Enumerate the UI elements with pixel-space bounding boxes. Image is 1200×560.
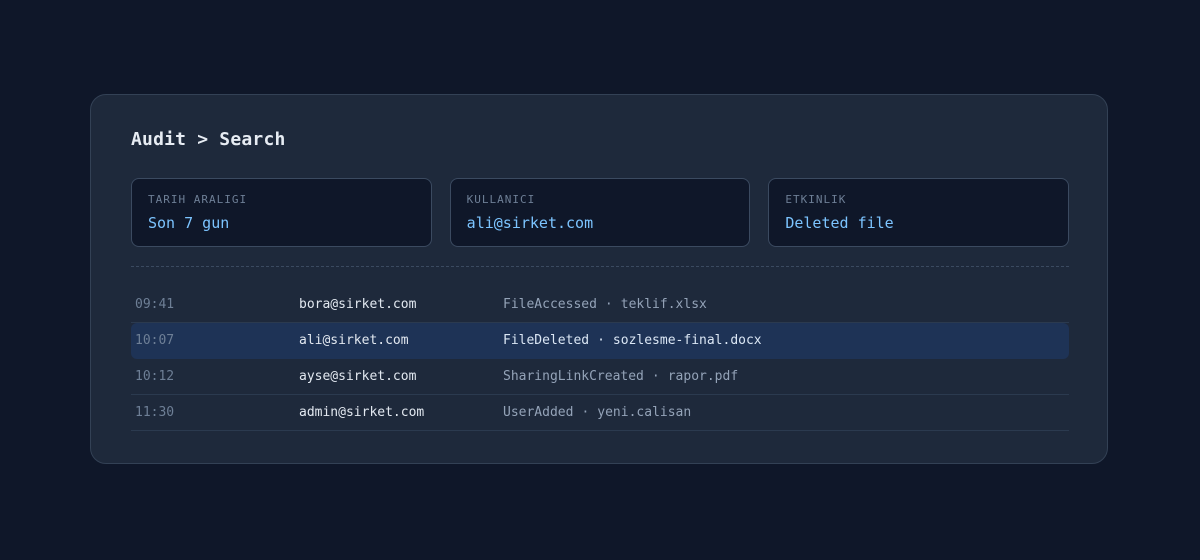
event-type: FileAccessed xyxy=(503,297,597,312)
audit-search-panel: Audit > Search TARIH ARALIGI Son 7 gun K… xyxy=(90,94,1108,464)
row-time: 11:30 xyxy=(135,405,175,420)
result-row-selected[interactable]: 10:07 ali@sirket.com FileDeleted · sozlesm… xyxy=(131,323,1069,359)
row-event: SharingLinkCreated · rapor.pdf xyxy=(503,369,738,384)
filter-value: ali@sirket.com xyxy=(466,214,594,232)
row-user: ali@sirket.com xyxy=(299,333,409,348)
row-event: UserAdded · yeni.calisan xyxy=(503,405,691,420)
result-row[interactable]: 11:30 admin@sirket.com UserAdded · yeni.ca… xyxy=(131,395,1069,431)
event-target: rapor.pdf xyxy=(667,369,739,384)
filter-label: KULLANICI xyxy=(466,193,536,206)
result-row[interactable]: 09:41 bora@sirket.com FileAccessed · tekli… xyxy=(131,287,1069,323)
activity-filter[interactable]: ETKINLIK Deleted file xyxy=(768,178,1070,247)
page-title: Audit > Search xyxy=(131,129,286,150)
filter-label: TARIH ARALIGI xyxy=(148,193,248,206)
row-time: 10:07 xyxy=(135,333,175,348)
event-type: FileDeleted xyxy=(503,333,590,348)
event-type: UserAdded xyxy=(503,405,574,420)
event-target: sozlesme-final.docx xyxy=(612,333,762,348)
row-user: bora@sirket.com xyxy=(299,297,417,312)
event-type: SharingLinkCreated xyxy=(503,369,644,384)
row-event: FileDeleted · sozlesme-final.docx xyxy=(503,333,762,348)
divider xyxy=(131,266,1069,267)
row-time: 09:41 xyxy=(135,297,175,312)
row-user: ayse@sirket.com xyxy=(299,369,417,384)
separator: · xyxy=(604,297,613,312)
row-time: 10:12 xyxy=(135,369,175,384)
filter-value: Deleted file xyxy=(785,214,894,232)
filter-label: ETKINLIK xyxy=(785,193,847,206)
separator: · xyxy=(597,333,605,348)
row-user: admin@sirket.com xyxy=(299,405,425,420)
separator: · xyxy=(651,369,660,384)
result-row[interactable]: 10:12 ayse@sirket.com SharingLinkCreated… xyxy=(131,359,1069,395)
results-list: 09:41 bora@sirket.com FileAccessed · tekli… xyxy=(131,287,1069,431)
user-filter[interactable]: KULLANICI ali@sirket.com xyxy=(449,178,751,247)
filter-value: Son 7 gun xyxy=(148,214,230,232)
row-event: FileAccessed · teklif.xlsx xyxy=(503,297,707,312)
event-target: yeni.calisan xyxy=(597,405,692,420)
filter-bar: TARIH ARALIGI Son 7 gun KULLANICI ali@si… xyxy=(131,178,1070,247)
separator: · xyxy=(581,405,590,420)
event-target: teklif.xlsx xyxy=(620,297,707,312)
date-range-filter[interactable]: TARIH ARALIGI Son 7 gun xyxy=(131,178,432,247)
